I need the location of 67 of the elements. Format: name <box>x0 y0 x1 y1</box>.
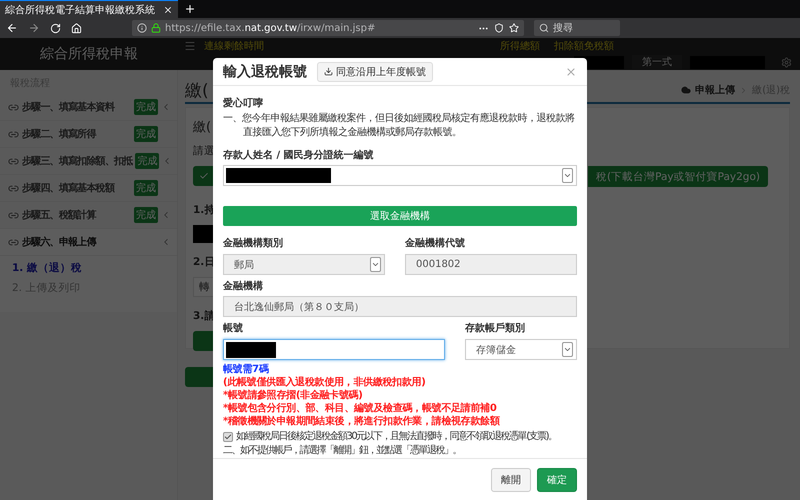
download-icon <box>324 67 333 76</box>
header-menu-item[interactable]: 所得總額 <box>500 39 540 53</box>
confirm-button[interactable]: 確定 <box>537 468 577 492</box>
field-label: 金融機構類別 <box>223 236 284 250</box>
footnote-text: 二、如不提供帳戶，請選擇「離開」鈕，並點選「憑單退稅」。 <box>223 444 462 458</box>
status-badge: 完成 <box>135 153 160 169</box>
notice-title: 愛心叮嚀 <box>223 96 264 110</box>
info-icon <box>137 23 147 33</box>
address-bar[interactable]: https://efile.tax.nat.gov.tw/irxw/main.jsp# <box>132 20 524 36</box>
notice-text: 一、您今年申報結果雖屬繳稅案件，但日後如經國稅局核定有應退稅款時，退稅款將直接匯入您下列所填報之金融機構或郵局存款帳號。 <box>223 112 576 140</box>
home-icon[interactable] <box>71 22 82 34</box>
redacted-block <box>226 342 276 358</box>
app-title: 綜合所得稅申報 <box>39 45 139 64</box>
select-field[interactable]: 轉 <box>193 277 214 297</box>
status-badge: 完成 <box>134 126 158 142</box>
reload-icon[interactable] <box>50 22 61 34</box>
timer-label: 連線剩餘時間 <box>204 40 264 53</box>
dropdown-caret-icon <box>370 257 381 272</box>
field-label: 存款人姓名 / 國民身分證統一編號 <box>223 148 375 162</box>
hint-text: 帳號需7碼 <box>223 363 270 376</box>
check-icon <box>198 171 208 181</box>
redacted-block <box>193 225 214 243</box>
reuse-account-button[interactable]: 同意沿用上年度帳號 <box>317 62 433 82</box>
field-label: 帳號 <box>223 322 244 335</box>
prompt-text: 請選 <box>193 144 214 158</box>
sidebar-item[interactable]: 步驟四、填寫基本稅額 完成 <box>0 175 177 202</box>
search-field[interactable]: 搜尋 <box>534 20 620 36</box>
select-bank-button[interactable]: 選取金融機構 <box>223 206 577 226</box>
hint-text: *帳號請參照存摺(非金融卡號碼) <box>223 389 364 402</box>
action-button[interactable] <box>193 331 214 351</box>
shield-icon[interactable] <box>494 22 504 34</box>
dropdown-caret-icon <box>562 342 573 357</box>
cloud-icon <box>681 85 692 95</box>
status-badge: 完成 <box>134 207 158 223</box>
consent-label: 如經國稅局日後核定退稅金額30元以下，且無法直撥時，同意不領取退稅憑單(支票)。 <box>236 430 557 444</box>
hint-text: (此帳號僅供匯入退稅款使用，非供繳稅扣款用) <box>223 376 427 389</box>
status-badge: 完成 <box>134 99 158 115</box>
hint-text: *稽徵機關於申報期間結束後，將進行扣款作業，請檢視存款餘額 <box>223 415 501 428</box>
leave-button[interactable]: 離開 <box>491 468 531 492</box>
field-label: 存款帳戶類別 <box>465 322 526 335</box>
star-icon[interactable] <box>509 22 519 34</box>
pay-option-button[interactable]: 稅(下載台灣Pay或智付寶Pay2go) <box>588 166 768 187</box>
field-label: 金融機構代號 <box>405 236 466 250</box>
dropdown-caret-icon <box>562 168 573 183</box>
browser-tab[interactable]: 綜合所得稅電子結算申報繳稅系統 <box>0 0 178 18</box>
close-icon[interactable] <box>163 4 173 14</box>
status-badge: 完成 <box>134 180 158 196</box>
pay-option-button[interactable] <box>193 166 214 186</box>
back-icon[interactable] <box>6 22 18 34</box>
page-heading: 繳( <box>185 80 209 102</box>
depositor-select[interactable] <box>223 165 577 186</box>
sidebar-subitem[interactable]: 1. 繳（退）稅 <box>0 258 177 278</box>
card-title: 繳( <box>193 119 212 136</box>
hint-text: *帳號包含分行別、部、科目、編號及檢查碼，帳號不足請前補0 <box>223 402 498 415</box>
account-type-select[interactable]: 存簿儲金 <box>465 339 577 360</box>
breadcrumb-item[interactable]: 申報上傳 <box>695 83 736 97</box>
search-icon <box>539 23 549 33</box>
checkbox[interactable] <box>223 432 233 442</box>
forward-icon[interactable] <box>28 22 40 34</box>
account-field[interactable] <box>223 339 445 360</box>
dialog-title: 輸入退稅帳號 <box>223 62 307 80</box>
lock-icon <box>151 23 161 33</box>
sidebar-item[interactable]: 步驟一、填寫基本資料 完成 <box>0 94 177 121</box>
sidebar-item[interactable]: 步驟二、填寫所得 完成 <box>0 121 177 148</box>
sidebar-item[interactable]: 步驟三、填寫扣除額、扣抵 完成 <box>0 148 177 175</box>
header-menu-item[interactable]: 扣除額免稅額 <box>554 39 614 53</box>
field-label: 金融機構 <box>223 280 264 293</box>
